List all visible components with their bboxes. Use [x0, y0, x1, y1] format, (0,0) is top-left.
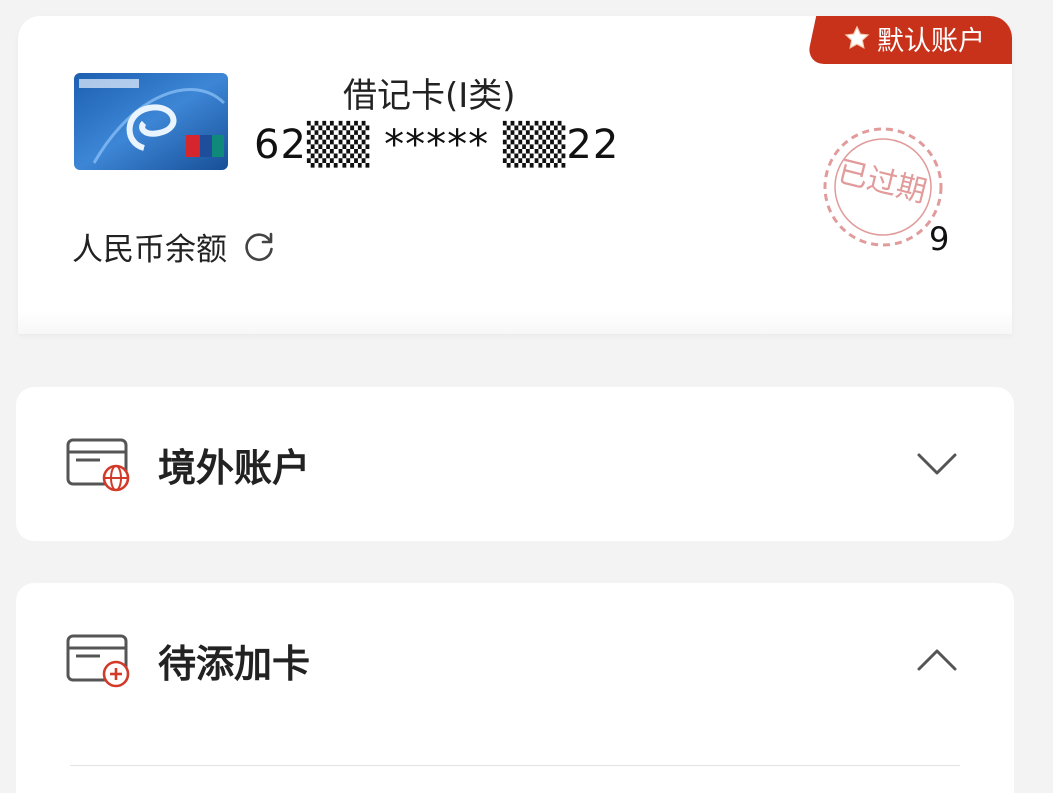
chevron-up-icon[interactable] [916, 647, 958, 673]
default-account-card[interactable]: 默认账户 借记卡(Ⅰ类) 62▒▒ ***** ▒▒22 人民币余额 已过期 9 [18, 16, 1012, 334]
card-number: 62▒▒ ***** ▒▒22 [254, 122, 620, 168]
overseas-accounts-section[interactable]: 境外账户 [16, 387, 1014, 541]
card-add-icon [66, 634, 130, 688]
default-account-badge: 默认账户 [816, 16, 1012, 64]
balance-value: 9 [929, 220, 950, 258]
stamp-text: 已过期 [834, 154, 930, 210]
pending-cards-section[interactable]: 待添加卡 [16, 583, 1014, 737]
card-bottom-fade [18, 310, 1012, 334]
default-badge-label: 默认账户 [877, 25, 985, 57]
balance-row: 人民币余额 [72, 224, 277, 269]
refresh-icon[interactable] [241, 229, 277, 265]
star-icon [844, 25, 870, 50]
chevron-down-icon[interactable] [916, 451, 958, 477]
card-globe-icon [66, 438, 130, 492]
bank-card-image [74, 73, 228, 170]
divider [70, 765, 960, 766]
card-type-label: 借记卡(Ⅰ类) [343, 76, 516, 116]
overseas-accounts-title: 境外账户 [158, 445, 311, 490]
pending-cards-title: 待添加卡 [158, 641, 311, 686]
account-list-page: 默认账户 借记卡(Ⅰ类) 62▒▒ ***** ▒▒22 人民币余额 已过期 9… [0, 0, 1053, 793]
balance-label: 人民币余额 [72, 232, 227, 268]
pending-cards-list [16, 737, 1014, 793]
